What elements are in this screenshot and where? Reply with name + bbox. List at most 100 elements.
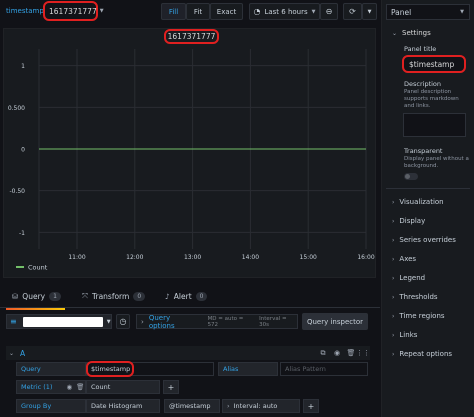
panel-title-highlight: 1617371777: [164, 29, 219, 44]
section-visualization[interactable]: › Visualization: [392, 198, 444, 206]
y-tick-label: -1: [19, 230, 25, 237]
y-tick-label: 0: [21, 147, 25, 154]
add-metric-button[interactable]: +: [163, 380, 179, 394]
drag-handle-icon[interactable]: ⋮⋮: [356, 347, 370, 359]
chart-svg: 1 0.500 0 -0.50 -1 11:00 12:00 13:00 14:00 15:00 1…: [8, 49, 375, 272]
refresh-interval-button[interactable]: ▼: [362, 3, 377, 20]
panel-type-select[interactable]: Panel ▼: [386, 4, 470, 20]
bell-icon: ♪: [165, 291, 170, 301]
section-thresholds[interactable]: › Thresholds: [392, 293, 438, 301]
chevron-right-icon: ›: [392, 274, 395, 282]
groupby-field-select[interactable]: @timestamp: [164, 399, 220, 413]
groupby-interval-toggle[interactable]: › Interval: auto: [222, 399, 300, 413]
history-icon: ◷: [119, 317, 127, 326]
y-tick-label: -0.50: [9, 188, 25, 195]
transform-icon: ⤧: [82, 291, 88, 300]
panel-title-label: Panel title: [404, 45, 437, 53]
query-options-toggle[interactable]: › Query options MD = auto = 572 Interval…: [136, 314, 298, 330]
variable-value: 1617371777: [49, 6, 97, 16]
tabs-divider: [0, 307, 380, 308]
tab-alert[interactable]: ♪ Alert 0: [165, 287, 208, 305]
database-icon: ⛁: [12, 291, 19, 301]
time-range-picker[interactable]: ◔ Last 6 hours ▼: [249, 3, 320, 20]
chevron-right-icon: ›: [392, 217, 395, 225]
fill-button[interactable]: Fill: [161, 3, 186, 20]
chevron-down-icon: ⌄: [392, 29, 398, 37]
elasticsearch-icon: ≡: [10, 317, 17, 326]
zoom-out-button[interactable]: ⊖: [320, 3, 338, 20]
variable-label: timestamp: [6, 7, 44, 15]
add-groupby-button[interactable]: +: [303, 399, 319, 413]
description-textarea[interactable]: [403, 113, 466, 137]
chevron-down-icon: ▼: [367, 8, 372, 15]
x-tick-label: 12:00: [126, 254, 143, 261]
transparent-label: Transparent: [404, 147, 443, 155]
refresh-button[interactable]: ⟳: [343, 3, 362, 20]
fit-button[interactable]: Fit: [186, 3, 210, 20]
x-tick-label: 11:00: [68, 254, 85, 261]
toggle-knob: [405, 174, 410, 179]
graph-panel: 1 0.500 0 -0.50 -1 11:00 12:00 13:00 14:00 15:00 1…: [3, 28, 376, 278]
panel-title: 1617371777: [167, 32, 216, 41]
alias-label: Alias: [218, 362, 278, 376]
settings-divider: [386, 188, 470, 189]
chevron-down-icon: ⌄: [9, 349, 15, 357]
chevron-down-icon: ▼: [106, 318, 111, 325]
chevron-down-icon: ▼: [460, 9, 464, 15]
section-time-regions[interactable]: › Time regions: [392, 312, 445, 320]
zoom-out-icon: ⊖: [325, 7, 333, 16]
panel-title-input[interactable]: $timestamp: [402, 55, 466, 73]
eye-icon[interactable]: ◉: [66, 383, 72, 391]
groupby-type-select[interactable]: Date Histogram: [86, 399, 160, 413]
x-tick-label: 13:00: [184, 254, 201, 261]
y-tick-label: 0.500: [8, 105, 25, 112]
chevron-right-icon: ›: [392, 236, 395, 244]
y-tick-label: 1: [21, 63, 25, 70]
chevron-right-icon: ›: [392, 293, 395, 301]
section-legend[interactable]: › Legend: [392, 274, 425, 282]
description-label: Description: [404, 80, 442, 88]
editor-tabs: ⛁ Query 1 ⤧ Transform 0 ♪ Alert 0: [0, 287, 380, 310]
chevron-down-icon: ▼: [99, 8, 104, 14]
refresh-icon: ⟳: [349, 7, 356, 16]
tab-transform[interactable]: ⤧ Transform 0: [82, 287, 146, 305]
query-ref-id: A: [20, 348, 26, 358]
section-repeat-options[interactable]: › Repeat options: [392, 350, 452, 358]
exact-button[interactable]: Exact: [210, 3, 243, 20]
datasource-picker[interactable]: ≡ ▼: [6, 314, 112, 329]
section-series-overrides[interactable]: › Series overrides: [392, 236, 456, 244]
chevron-right-icon: ›: [392, 331, 395, 339]
settings-section-header[interactable]: ⌄ Settings: [392, 29, 431, 37]
plus-icon: +: [307, 401, 315, 411]
query-row-header[interactable]: ⌄ A: [6, 346, 370, 360]
query-label: Query: [16, 362, 86, 376]
datasource-redacted: [22, 316, 103, 327]
eye-icon[interactable]: ◉: [332, 347, 342, 359]
copy-icon[interactable]: ⧉: [318, 347, 328, 359]
variable-select[interactable]: 1617371777 ▼: [43, 1, 104, 21]
description-help: Panel description supports markdown and …: [404, 89, 459, 109]
history-button[interactable]: ◷: [116, 314, 130, 329]
query-inspector-button[interactable]: Query inspector: [302, 313, 368, 330]
section-axes[interactable]: › Axes: [392, 255, 416, 263]
chevron-right-icon: ›: [227, 402, 230, 410]
tab-query[interactable]: ⛁ Query 1: [6, 287, 65, 310]
x-tick-label: 15:00: [300, 254, 317, 261]
chevron-right-icon: ›: [141, 317, 144, 326]
chevron-right-icon: ›: [392, 312, 395, 320]
transparent-toggle[interactable]: [404, 173, 418, 180]
trash-icon[interactable]: 🗑: [76, 383, 84, 391]
metric-label: Metric (1) ◉ 🗑: [16, 380, 86, 394]
groupby-label: Group By: [16, 399, 86, 413]
trash-icon[interactable]: 🗑: [346, 347, 356, 359]
alias-input[interactable]: Alias Pattern: [280, 362, 368, 376]
chevron-right-icon: ›: [392, 198, 395, 206]
section-links[interactable]: › Links: [392, 331, 417, 339]
legend-label: Count: [28, 264, 48, 272]
clock-icon: ◔: [253, 7, 261, 16]
x-tick-label: 14:00: [242, 254, 259, 261]
plus-icon: +: [167, 382, 175, 392]
metric-type-select[interactable]: Count: [86, 380, 160, 394]
section-display[interactable]: › Display: [392, 217, 425, 225]
query-value-highlight: [86, 361, 134, 377]
